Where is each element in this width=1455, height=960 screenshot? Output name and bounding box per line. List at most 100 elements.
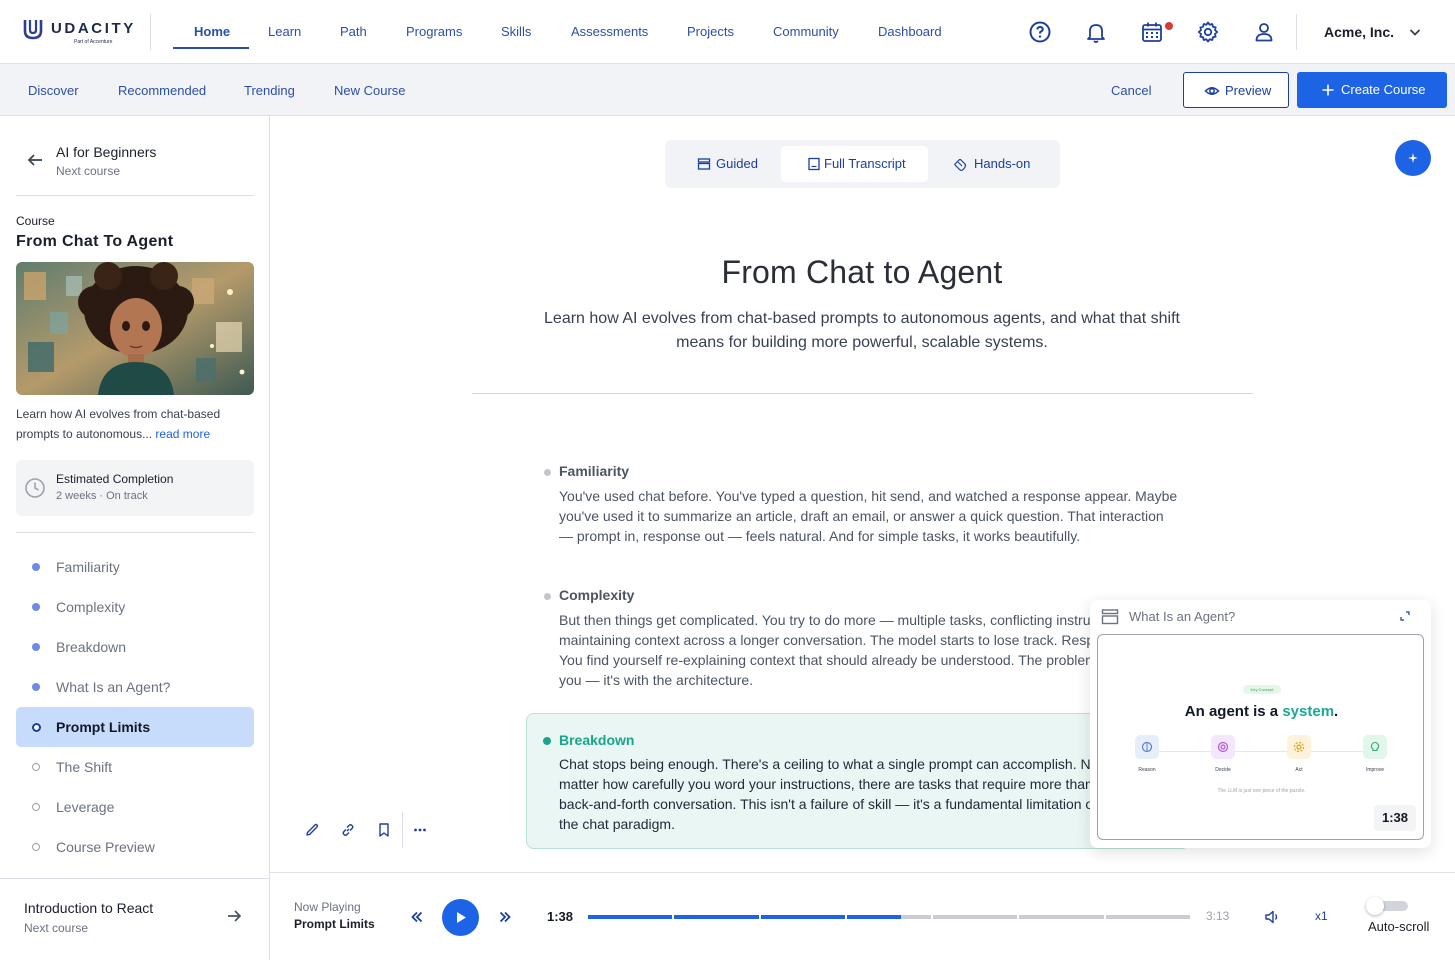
bell-icon[interactable] xyxy=(1084,20,1108,44)
lesson-item[interactable]: The Shift xyxy=(16,747,254,787)
lesson-name: Prompt Limits xyxy=(56,719,151,735)
fast-forward-icon[interactable] xyxy=(498,910,512,924)
lesson-item[interactable]: What Is an Agent? xyxy=(16,667,254,707)
lesson-current-dot xyxy=(32,723,41,732)
nav-home[interactable]: Home xyxy=(194,24,230,39)
org-name[interactable]: Acme, Inc. xyxy=(1324,24,1394,40)
brand-subtitle: Part of Accenture xyxy=(74,39,113,45)
arrow-right-icon[interactable] xyxy=(226,909,242,923)
nav-projects[interactable]: Projects xyxy=(687,24,734,39)
ai-assistant-button[interactable] xyxy=(1395,140,1431,176)
create-course-button[interactable]: Create Course xyxy=(1297,72,1447,108)
progress-segment[interactable] xyxy=(1019,915,1104,919)
volume-icon[interactable] xyxy=(1264,909,1280,925)
section-heading: Familiarity xyxy=(559,463,630,479)
pencil-icon[interactable] xyxy=(304,822,320,838)
play-icon xyxy=(457,912,466,923)
subnav-new-course[interactable]: New Course xyxy=(334,83,406,98)
divider xyxy=(0,878,269,879)
lesson-item[interactable]: Course Preview xyxy=(16,827,254,867)
divider xyxy=(402,812,403,848)
next-course-subtitle: Next course xyxy=(24,921,89,935)
lesson-complete-dot xyxy=(32,603,40,611)
now-playing-title: Prompt Limits xyxy=(294,917,375,931)
lesson-complete-dot xyxy=(32,563,40,571)
lesson-item[interactable]: Complexity xyxy=(16,587,254,627)
subnav-discover[interactable]: Discover xyxy=(28,83,79,98)
nav-programs[interactable]: Programs xyxy=(406,24,462,39)
lesson-complete-dot xyxy=(32,683,40,691)
more-options-icon[interactable] xyxy=(412,822,428,838)
user-icon[interactable] xyxy=(1252,20,1276,44)
document-icon xyxy=(808,157,820,171)
lesson-item[interactable]: Leverage xyxy=(16,787,254,827)
progress-segment[interactable] xyxy=(588,915,673,919)
bookmark-icon[interactable] xyxy=(376,822,392,838)
expand-icon[interactable] xyxy=(1399,610,1411,622)
preview-label: Preview xyxy=(1225,83,1272,98)
transcript-toolbar xyxy=(296,812,438,848)
plus-icon xyxy=(1322,84,1334,96)
calendar-icon[interactable] xyxy=(1140,20,1164,44)
read-more-link[interactable]: read more xyxy=(155,427,210,441)
total-time: 3:13 xyxy=(1206,909,1230,923)
play-button[interactable] xyxy=(442,899,479,936)
video-timestamp: 1:38 xyxy=(1374,805,1416,831)
lesson-pending-dot xyxy=(32,803,40,811)
nav-assessments[interactable]: Assessments xyxy=(571,24,648,39)
lesson-item[interactable]: Familiarity xyxy=(16,547,254,587)
auto-scroll-toggle[interactable] xyxy=(1366,897,1408,915)
rewind-icon[interactable] xyxy=(410,910,424,924)
subnav-recommended[interactable]: Recommended xyxy=(118,83,206,98)
section-bullet xyxy=(544,469,551,476)
divider xyxy=(16,532,254,533)
divider xyxy=(1296,14,1297,50)
view-mode-tabs: Guided Full Transcript Hands-on xyxy=(665,140,1060,188)
tab-guided[interactable]: Guided xyxy=(681,146,789,182)
progress-segment[interactable] xyxy=(846,915,932,919)
stack-icon xyxy=(1101,609,1119,625)
nav-learn[interactable]: Learn xyxy=(268,24,301,39)
lightbulb-icon xyxy=(1370,741,1380,752)
section-body: But then things get complicated. You try… xyxy=(559,612,1163,688)
nav-dashboard[interactable]: Dashboard xyxy=(878,24,942,39)
tab-label: Hands-on xyxy=(974,156,1031,171)
section-bullet xyxy=(544,593,551,600)
nav-skills[interactable]: Skills xyxy=(501,24,531,39)
udacity-logo[interactable]: UDACITY Part of Accenture xyxy=(22,18,133,46)
previous-course-title[interactable]: AI for Beginners xyxy=(56,144,156,160)
playback-speed[interactable]: x1 xyxy=(1315,909,1328,923)
progress-segment[interactable] xyxy=(760,915,845,919)
tab-full-transcript[interactable]: Full Transcript xyxy=(781,146,928,182)
progress-segment[interactable] xyxy=(674,915,759,919)
link-icon[interactable] xyxy=(340,822,356,838)
preview-button[interactable]: Preview xyxy=(1183,72,1289,108)
estimate-title: Estimated Completion xyxy=(56,472,174,486)
nav-path[interactable]: Path xyxy=(340,24,367,39)
mini-video-player[interactable]: What Is an Agent? Key Concept An agent i… xyxy=(1090,600,1431,848)
chevron-down-icon[interactable] xyxy=(1407,24,1423,40)
cancel-button[interactable]: Cancel xyxy=(1111,83,1151,98)
step-icon-box xyxy=(1211,735,1235,759)
lesson-item-current[interactable]: Prompt Limits xyxy=(16,707,254,747)
tab-hands-on[interactable]: Hands-on xyxy=(937,146,1047,182)
video-frame[interactable]: Key Concept An agent is a system. Reason… xyxy=(1097,634,1424,840)
mini-player-title: What Is an Agent? xyxy=(1129,609,1236,624)
headline-part: An agent is a xyxy=(1184,703,1283,720)
course-title: From Chat To Agent xyxy=(16,233,174,250)
help-icon[interactable] xyxy=(1028,20,1052,44)
estimate-status: 2 weeks · On track xyxy=(56,490,148,502)
lesson-item[interactable]: Breakdown xyxy=(16,627,254,667)
toggle-knob xyxy=(1366,897,1384,915)
brain-icon xyxy=(1141,741,1153,753)
previous-course-subtitle: Next course xyxy=(56,164,121,178)
lesson-pending-dot xyxy=(32,843,40,851)
next-course-title[interactable]: Introduction to React xyxy=(24,900,153,916)
progress-segment[interactable] xyxy=(1105,915,1190,919)
clock-icon xyxy=(25,478,45,498)
arrow-left-icon[interactable] xyxy=(26,152,44,168)
gear-icon[interactable] xyxy=(1196,20,1220,44)
subnav-trending[interactable]: Trending xyxy=(244,83,295,98)
nav-community[interactable]: Community xyxy=(773,24,839,39)
progress-segment[interactable] xyxy=(933,915,1018,919)
